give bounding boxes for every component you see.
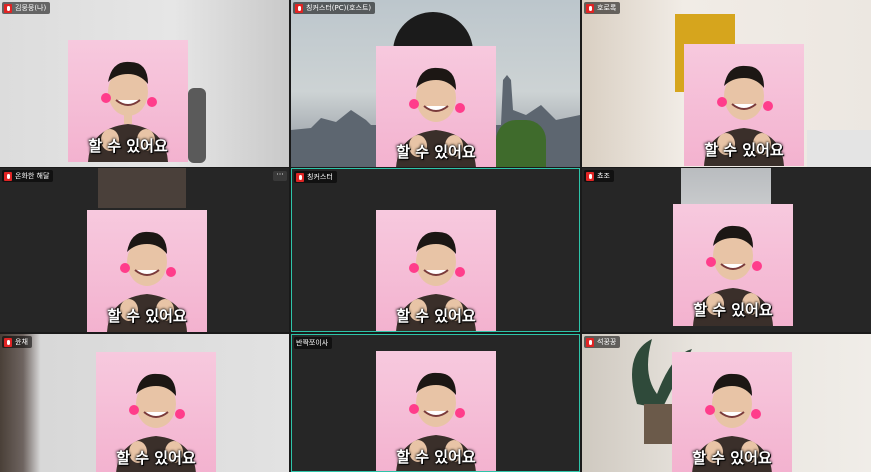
participant-name: 온화한 해달 [15, 172, 50, 180]
mic-muted-icon [4, 337, 12, 347]
sticker-caption: 할 수 있어요 [88, 137, 168, 155]
participant-tile[interactable]: 석꿍꿍 할 수 있어요 [582, 334, 871, 472]
participant-name: 김뭉뭉(나) [15, 4, 47, 12]
avatar-sticker: 할 수 있어요 [376, 351, 496, 471]
mic-muted-icon [4, 3, 12, 13]
avatar-sticker: 할 수 있어요 [672, 352, 792, 472]
sticker-caption: 할 수 있어요 [116, 449, 196, 467]
mic-muted-icon [586, 171, 594, 181]
participant-tile[interactable]: 쵸조 할 수 있어요 [582, 168, 871, 332]
mic-muted-icon [296, 172, 304, 182]
mic-muted-icon [4, 171, 12, 181]
avatar-sticker: 할 수 있어요 [684, 44, 804, 166]
participant-name: 호로록 [597, 4, 617, 12]
participant-tile[interactable]: 호로록 할 수 있어요 [582, 0, 871, 167]
participant-name: 쵸조 [597, 172, 610, 180]
participant-name: 반짝쪼이사 [296, 339, 329, 347]
mic-muted-icon [586, 337, 594, 347]
participant-tile[interactable]: 온화한 해달 ··· 할 수 있어요 [0, 168, 289, 332]
video-strip [98, 168, 186, 208]
sticker-caption: 할 수 있어요 [692, 449, 772, 467]
sticker-caption: 할 수 있어요 [396, 307, 476, 325]
sticker-caption: 할 수 있어요 [396, 143, 476, 161]
sticker-caption: 할 수 있어요 [693, 301, 773, 319]
participant-name: 칭커스터(PC)(호스트) [306, 4, 372, 12]
sticker-caption: 할 수 있어요 [107, 307, 187, 325]
participant-name-tag: 칭커스터(PC)(호스트) [293, 2, 376, 14]
participant-name-tag: 윤채 [2, 336, 32, 348]
participant-tile[interactable]: 김뭉뭉(나) 할 수 있어요 [0, 0, 289, 167]
sticker-caption: 할 수 있어요 [704, 141, 784, 159]
chair [188, 88, 206, 163]
participant-name-tag: 반짝쪼이사 [294, 337, 333, 349]
sofa [807, 130, 871, 167]
participant-name-tag: 김뭉뭉(나) [2, 2, 51, 14]
avatar-sticker: 할 수 있어요 [673, 204, 793, 326]
participant-tile[interactable]: 칭커스터(PC)(호스트) 할 수 있어요 [291, 0, 580, 167]
person-background [496, 120, 546, 167]
avatar-sticker: 할 수 있어요 [376, 210, 496, 331]
video-grid: 김뭉뭉(나) 할 수 있어요 칭커스터(PC)(호스트) 할 수 있어요 호로록… [0, 0, 871, 472]
avatar-sticker: 할 수 있어요 [96, 352, 216, 472]
participant-name-tag: 석꿍꿍 [584, 336, 621, 348]
participant-name: 석꿍꿍 [597, 338, 617, 346]
participant-name-tag: 온화한 해달 [2, 170, 54, 182]
participant-name-tag: 칭커스터 [294, 171, 337, 183]
avatar-sticker: 할 수 있어요 [376, 46, 496, 167]
more-options-button[interactable]: ··· [273, 171, 287, 181]
participant-tile[interactable]: 윤채 할 수 있어요 [0, 334, 289, 472]
participant-name: 칭커스터 [307, 173, 333, 181]
mic-muted-icon [295, 3, 303, 13]
mic-muted-icon [586, 3, 594, 13]
participant-name: 윤채 [15, 338, 28, 346]
participant-name-tag: 쵸조 [584, 170, 614, 182]
sticker-caption: 할 수 있어요 [396, 448, 476, 466]
avatar-sticker: 할 수 있어요 [68, 40, 188, 162]
participant-tile[interactable]: 칭커스터 할 수 있어요 [291, 168, 580, 332]
avatar-sticker: 할 수 있어요 [87, 210, 207, 332]
participant-name-tag: 호로록 [584, 2, 621, 14]
participant-tile[interactable]: 반짝쪼이사 할 수 있어요 [291, 334, 580, 472]
